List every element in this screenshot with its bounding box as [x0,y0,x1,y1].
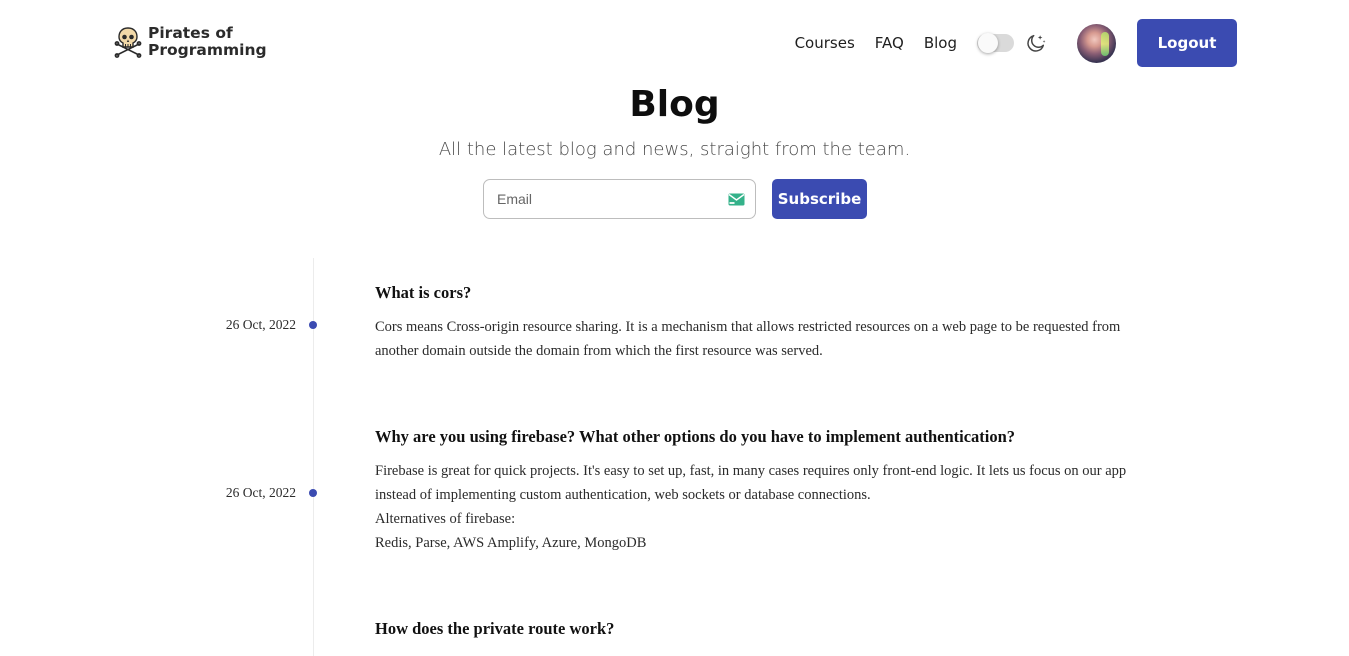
logout-button[interactable]: Logout [1137,19,1237,67]
post-paragraph: Cors means Cross-origin resource sharing… [375,319,1121,359]
mail-icon [728,193,745,206]
brand-name: Pirates of Programming [148,25,267,59]
post-body: Firebase is great for quick projects. It… [375,459,1135,555]
subscribe-button[interactable]: Subscribe [772,179,867,219]
main-nav: Courses FAQ Blog Logout [795,19,1237,67]
post-title[interactable]: How does the private route work? [375,619,1135,639]
post-title[interactable]: Why are you using firebase? What other o… [375,427,1135,447]
timeline-line [313,258,314,656]
nav-link-faq[interactable]: FAQ [875,34,904,52]
theme-toggle[interactable] [977,33,1014,53]
page-title: Blog [629,84,720,125]
subscribe-form: Subscribe [483,179,867,219]
brand[interactable]: Pirates of Programming [114,24,267,60]
brand-line-2: Programming [148,41,267,59]
page-subtitle: All the latest blog and news, straight f… [438,139,911,160]
nav-link-courses[interactable]: Courses [795,34,855,52]
post-body: Cors means Cross-origin resource sharing… [375,315,1135,363]
post-title[interactable]: What is cors? [375,283,1135,303]
timeline-dot [309,489,317,497]
brand-line-1: Pirates of [148,24,233,42]
skull-crossbones-icon [114,27,142,58]
user-avatar[interactable] [1077,23,1116,63]
site-header: Pirates of Programming Courses FAQ Blog … [0,0,1349,88]
avatar-highlight [1101,31,1109,56]
theme-toggle-knob [978,33,998,53]
moon-stars-icon[interactable] [1025,32,1047,54]
post-paragraph: Redis, Parse, AWS Amplify, Azure, MongoD… [375,535,647,551]
nav-link-blog[interactable]: Blog [924,34,957,52]
post-paragraph: Alternatives of firebase: [375,511,516,527]
post-date: 26 Oct, 2022 [225,317,296,332]
post-paragraph: Firebase is great for quick projects. It… [375,463,1127,503]
email-field-wrapper [483,179,756,219]
timeline-dot [309,321,317,329]
email-input[interactable] [484,180,755,218]
post-date: 26 Oct, 2022 [225,485,296,500]
